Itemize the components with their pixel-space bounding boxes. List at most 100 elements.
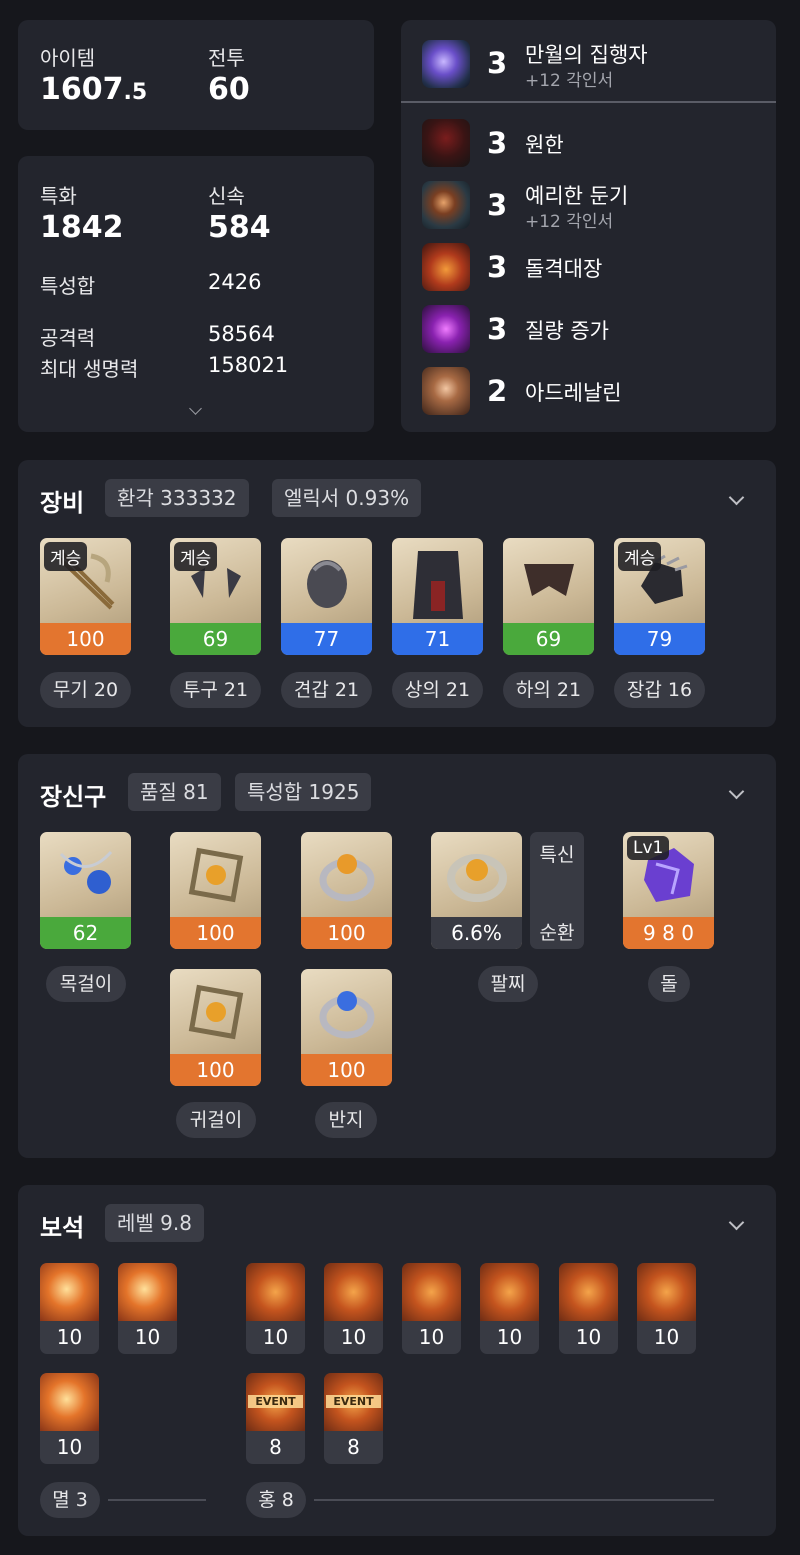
accessories-title: 장신구 [40,783,107,811]
quality-bar: 71 [392,623,483,655]
crimson-gem[interactable]: 10 [559,1263,618,1354]
bracelet-side-bottom: 순환 [539,922,575,944]
mass-increase-icon [422,305,470,353]
stat-sum-label: 특성합 [40,274,96,298]
gem-level: 8 [347,1435,360,1459]
item-level-card: 아이템 1607.5 전투 60 [18,20,374,130]
event-badge: EVENT [248,1395,303,1408]
gem-level: 10 [262,1325,289,1349]
bracelet-item[interactable]: 6.6% [431,832,522,949]
helmet-item[interactable]: 계승 69 [170,538,261,655]
gem-level: 10 [340,1325,367,1349]
doom-gem[interactable]: 10 [40,1373,99,1464]
engraving-divider [401,101,776,103]
quality-bar: 100 [40,623,131,655]
chest-icon [392,538,483,623]
helmet-label: 투구 21 [170,672,261,708]
doom-gem-icon [40,1263,99,1321]
engraving-name: 돌격대장 [525,257,603,281]
quality-bar: 62 [40,917,131,949]
engraving-sub: +12 각인서 [525,212,614,232]
gems-card: 보석 레벨 9.8 10 10 10 10 10 10 10 10 10 EVE [18,1185,776,1536]
stone-value-bar: 9 8 0 [623,917,714,949]
gloves-label: 장갑 16 [614,672,705,708]
equipment-card: 장비 환각 333332 엘릭서 0.93% 계승 100 무기 20 계승 6… [18,460,776,727]
expand-stats-chevron-icon[interactable] [189,402,202,415]
crimson-gem[interactable]: EVENT 8 [324,1373,383,1464]
stat-sum-value: 2426 [208,270,262,294]
necklace-icon [40,832,131,917]
crimson-gem[interactable]: 10 [480,1263,539,1354]
engraving-level: 3 [487,126,508,160]
engraving-level: 2 [487,374,508,408]
doom-gem[interactable]: 10 [40,1263,99,1354]
doom-gem[interactable]: 10 [118,1263,177,1354]
quality-bar: 77 [281,623,372,655]
engraving-level: 3 [487,312,508,346]
combat-level-label: 전투 [208,46,245,70]
crimson-gem[interactable]: 10 [637,1263,696,1354]
gem-level: 10 [56,1325,83,1349]
pants-item[interactable]: 69 [503,538,594,655]
engraving-level: 3 [487,250,508,284]
keen-blunt-weapon-icon [422,181,470,229]
earring-item[interactable]: 100 [170,969,261,1086]
engravings-card: 3 만월의 집행자 +12 각인서 3 원한 3 예리한 둔기 +12 각인서 … [401,20,776,432]
chest-label: 상의 21 [392,672,483,708]
swift-value: 584 [208,210,271,245]
crimson-gem[interactable]: 10 [324,1263,383,1354]
shoulder-item[interactable]: 77 [281,538,372,655]
quality-chip: 품질 81 [128,773,221,811]
earring-item[interactable]: 100 [170,832,261,949]
quality-bar: 69 [170,623,261,655]
quality-bar: 100 [301,1054,392,1086]
quality-bar: 79 [614,623,705,655]
grudge-icon [422,119,470,167]
crimson-gem-icon [480,1263,539,1321]
stone-level-badge: Lv1 [627,836,670,860]
weapon-label: 무기 20 [40,672,131,708]
crimson-gem[interactable]: 10 [402,1263,461,1354]
engraving-sub: +12 각인서 [525,71,614,91]
shoulder-icon [281,538,372,623]
crimson-gem-divider [314,1499,714,1501]
doom-gem-icon [118,1263,177,1321]
stats-card: 특화 1842 신속 584 특성합 2426 공격력 58564 최대 생명력… [18,156,374,432]
quality-bar: 69 [503,623,594,655]
equipment-collapse-chevron-icon[interactable] [728,489,745,506]
combat-level-value: 60 [208,72,250,107]
crimson-gem-icon [402,1263,461,1321]
attack-value: 58564 [208,322,275,346]
attack-label: 공격력 [40,326,96,350]
pants-icon [503,538,594,623]
adrenaline-icon [422,367,470,415]
crimson-gem[interactable]: EVENT 8 [246,1373,305,1464]
accessories-collapse-chevron-icon[interactable] [728,783,745,800]
gem-level: 10 [56,1435,83,1459]
bracelet-side-panel: 특신 순환 [530,832,584,949]
bracelet-label: 팔찌 [478,966,538,1002]
crimson-gem[interactable]: 10 [246,1263,305,1354]
chest-item[interactable]: 71 [392,538,483,655]
gem-level: 10 [134,1325,161,1349]
engraving-name: 아드레날린 [525,381,622,405]
ring-icon [301,969,392,1054]
necklace-item[interactable]: 62 [40,832,131,949]
stone-item[interactable]: Lv1 9 8 0 [623,832,714,949]
gloves-item[interactable]: 계승 79 [614,538,705,655]
equipment-title: 장비 [40,489,85,517]
engraving-name: 만월의 집행자 [525,43,648,67]
ring-item[interactable]: 100 [301,969,392,1086]
succession-badge: 계승 [44,542,88,571]
weapon-item[interactable]: 계승 100 [40,538,131,655]
bracelet-value-bar: 6.6% [431,917,522,949]
gems-collapse-chevron-icon[interactable] [728,1214,745,1231]
succession-badge: 계승 [174,542,218,571]
gem-level: 10 [496,1325,523,1349]
accessories-card: 장신구 품질 81 특성합 1925 62 목걸이 100 100 6.6% 특… [18,754,776,1158]
ring-item[interactable]: 100 [301,832,392,949]
engraving-level: 3 [487,188,508,222]
earring-label: 귀걸이 [176,1102,256,1138]
hp-value: 158021 [208,353,289,377]
doom-gem-count: 멸 3 [40,1482,100,1518]
